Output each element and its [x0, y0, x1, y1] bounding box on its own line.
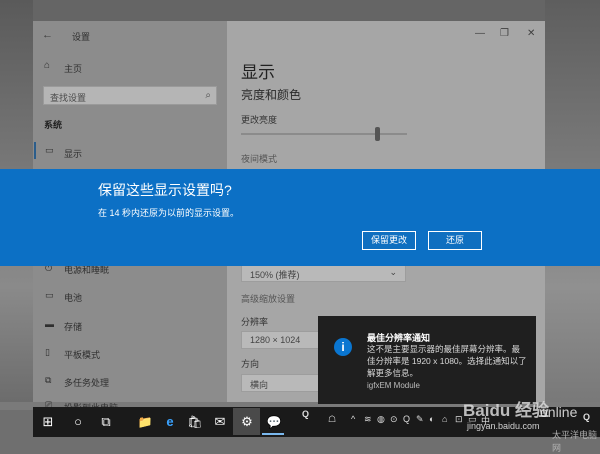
network-icon[interactable]: ⌂: [442, 414, 447, 424]
minimize-button[interactable]: —: [475, 28, 485, 39]
online-watermark: online: [540, 404, 578, 420]
revert-button[interactable]: 还原: [428, 231, 482, 250]
close-button[interactable]: ✕: [527, 28, 535, 39]
window-title: 设置: [72, 32, 91, 42]
tray-app-icon-1[interactable]: ≋: [364, 414, 372, 425]
search-circle-icon[interactable]: ○: [66, 410, 90, 434]
keep-changes-button[interactable]: 保留更改: [362, 231, 416, 250]
home-icon: ⌂: [44, 60, 51, 71]
wechat-running-indicator: [262, 433, 284, 435]
volume-icon[interactable]: ◐: [429, 414, 434, 424]
sidebar-item-storage[interactable]: 存储: [64, 320, 82, 333]
task-view-icon[interactable]: ⧉: [94, 410, 118, 434]
settings-gear-icon[interactable]: ⚙: [235, 410, 259, 434]
sidebar-item-multitask[interactable]: 多任务处理: [64, 376, 109, 389]
tray-q-icon[interactable]: Q: [302, 409, 309, 419]
maximize-button[interactable]: ❐: [500, 28, 509, 39]
tray-app-icon-2[interactable]: ◍: [377, 414, 385, 425]
tray-chevron-up-icon[interactable]: ^: [351, 414, 355, 424]
back-arrow-icon[interactable]: ←: [42, 29, 53, 41]
baidu-watermark-logo: Baidu 经验: [463, 401, 549, 420]
section-brightness-color: 亮度和颜色: [241, 88, 302, 102]
action-center-icon[interactable]: ⊡: [455, 414, 463, 425]
store-icon[interactable]: 🛍: [183, 410, 207, 434]
sidebar-section-system: 系统: [44, 120, 63, 130]
orientation-dropdown[interactable]: 横向: [241, 374, 321, 392]
brightness-slider-thumb[interactable]: [375, 127, 380, 141]
orientation-label: 方向: [241, 359, 260, 369]
storage-icon: ▬: [45, 319, 54, 329]
sidebar-item-display[interactable]: 显示: [64, 147, 82, 160]
pconline-watermark: 太平洋电脑网: [552, 430, 598, 453]
notification-q-icon[interactable]: Q: [583, 412, 590, 422]
toast-body: 这不是主要显示器的最佳屏幕分辨率。最佳分辨率是 1920 x 1080。选择此通…: [367, 344, 527, 378]
resolution-label: 分辨率: [241, 317, 269, 327]
dialog-title: 保留这些显示设置吗?: [98, 182, 232, 198]
toast-app-name: igfxEM Module: [367, 381, 420, 390]
scale-dropdown[interactable]: 150% (推荐) ⌄: [241, 264, 406, 282]
brightness-slider-track[interactable]: [241, 133, 407, 135]
pen-icon[interactable]: ✎: [416, 414, 424, 425]
resolution-value: 1280 × 1024: [250, 335, 301, 345]
search-placeholder: 查找设置: [50, 93, 87, 103]
file-explorer-icon[interactable]: 📁: [133, 410, 157, 434]
info-icon: i: [334, 338, 352, 356]
keep-settings-dialog: [0, 169, 600, 266]
baidu-watermark-url: jingyan.baidu.com: [467, 421, 540, 431]
brightness-label: 更改亮度: [241, 115, 278, 125]
sidebar-item-tablet[interactable]: 平板模式: [64, 348, 100, 361]
desktop-background-top: [0, 0, 600, 21]
orientation-value: 横向: [250, 380, 269, 390]
selected-indicator: [34, 142, 36, 159]
night-mode-label: 夜间模式: [241, 154, 278, 164]
battery-icon: ▭: [45, 290, 54, 300]
chevron-down-icon: ⌄: [389, 267, 397, 277]
edge-browser-icon[interactable]: e: [158, 410, 182, 434]
search-input[interactable]: 查找设置 ⌕: [43, 86, 217, 105]
monitor-icon: ▭: [45, 145, 54, 155]
windows-start-icon[interactable]: ⊞: [36, 410, 60, 434]
people-icon[interactable]: ☖: [328, 414, 336, 425]
tablet-icon: ▯: [45, 347, 50, 357]
tray-app-icon-3[interactable]: ⊙: [390, 414, 398, 425]
sidebar-home[interactable]: 主页: [64, 62, 82, 75]
sidebar-item-battery[interactable]: 电池: [64, 291, 82, 304]
tray-app-icon-4[interactable]: Q: [403, 414, 410, 424]
page-title: 显示: [241, 63, 275, 82]
mail-icon[interactable]: ✉: [208, 410, 232, 434]
multitask-icon: ⧉: [45, 375, 52, 385]
resolution-dropdown[interactable]: 1280 × 1024: [241, 331, 321, 349]
scale-value: 150% (推荐): [250, 270, 300, 280]
advanced-scaling-link[interactable]: 高级缩放设置: [241, 292, 295, 305]
search-icon: ⌕: [205, 90, 211, 101]
wechat-icon[interactable]: 💬: [262, 410, 286, 434]
dialog-message: 在 14 秒内还原为以前的显示设置。: [98, 208, 240, 218]
